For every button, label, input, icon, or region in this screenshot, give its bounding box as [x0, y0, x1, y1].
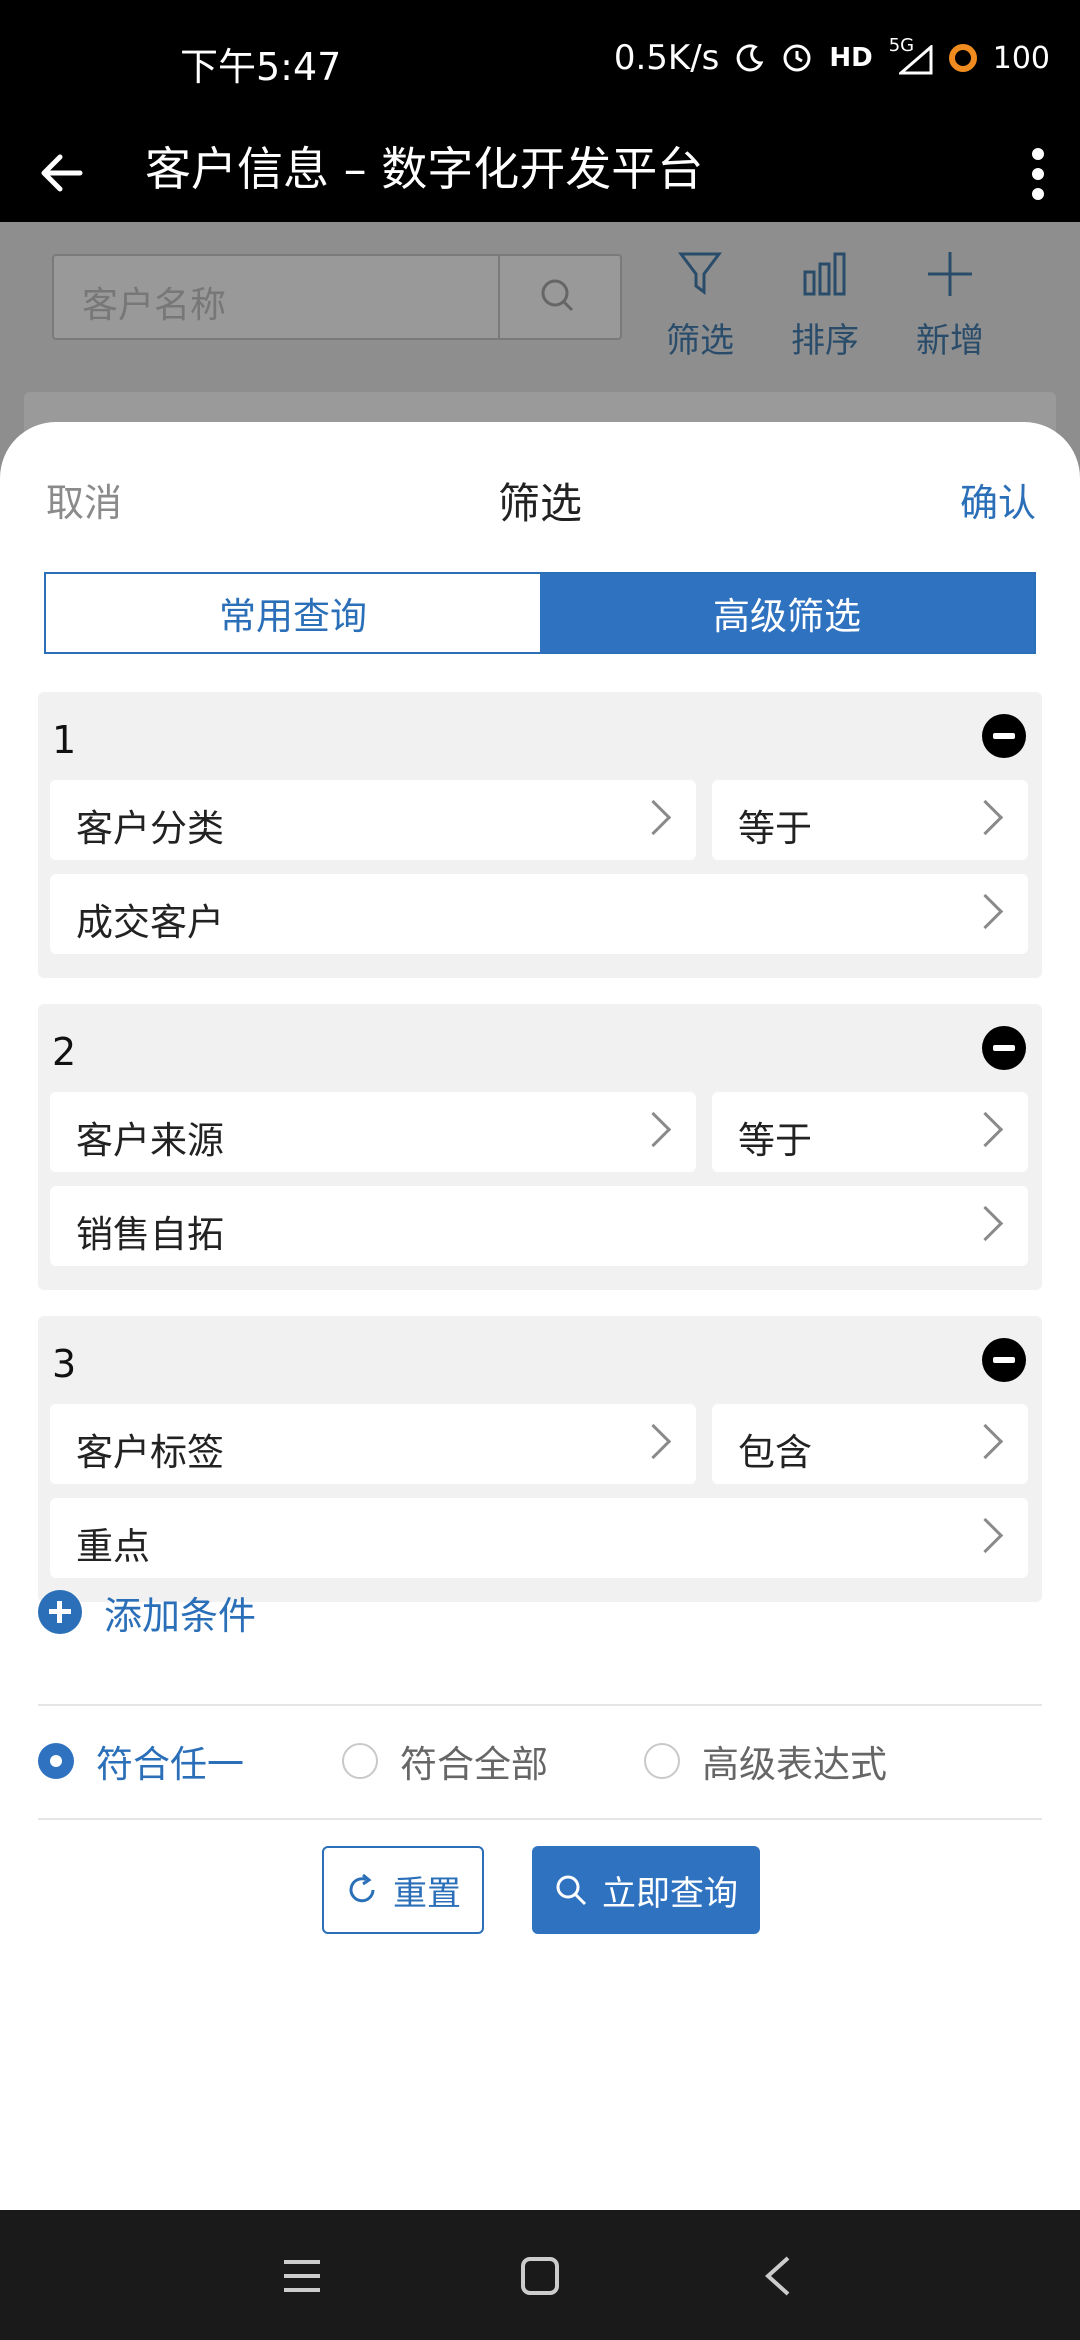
condition-field-select[interactable]: 客户来源: [50, 1092, 696, 1172]
radio-unselected-icon: [644, 1743, 680, 1779]
battery-level: 100: [992, 40, 1050, 76]
search-icon: [556, 1875, 587, 1906]
condition-field-label: 客户分类: [76, 807, 224, 850]
chevron-right-icon: [635, 799, 672, 836]
reset-button[interactable]: 重置: [322, 1846, 484, 1934]
confirm-button[interactable]: 确认: [960, 472, 1036, 527]
filter-mode-tabs: 常用查询 高级筛选: [44, 572, 1036, 654]
radio-match-any[interactable]: 符合任一: [38, 1734, 244, 1788]
tab-advanced-filter[interactable]: 高级筛选: [540, 574, 1034, 652]
chevron-right-icon: [967, 1111, 1004, 1148]
condition-group-3: 3 客户标签 包含 重点: [38, 1316, 1042, 1602]
tab-common-query[interactable]: 常用查询: [46, 574, 540, 652]
condition-operator-label: 包含: [738, 1431, 812, 1474]
refresh-icon: [349, 1873, 375, 1903]
sort-tool: 排序: [775, 250, 875, 362]
status-time: 下午5:47: [180, 45, 342, 89]
system-nav-bar: [0, 2210, 1080, 2340]
moon-icon: [737, 44, 764, 72]
home-square-icon[interactable]: [520, 2256, 560, 2296]
filter-tool: 筛选: [650, 250, 750, 362]
chevron-right-icon: [967, 1205, 1004, 1242]
chevron-right-icon: [967, 799, 1004, 836]
filter-icon: [678, 252, 722, 295]
add-tool-label: 新增: [916, 321, 984, 361]
condition-field-select[interactable]: 客户分类: [50, 780, 696, 860]
condition-value-select[interactable]: 成交客户: [50, 874, 1028, 954]
signal-5g-icon: 5G: [889, 35, 933, 75]
signal-triangle-icon: [898, 45, 933, 75]
remove-condition-icon[interactable]: [982, 1338, 1026, 1382]
condition-value-label: 销售自拓: [76, 1213, 224, 1256]
filter-tool-label: 筛选: [666, 321, 734, 361]
sort-bars-icon: [803, 252, 846, 296]
condition-operator-select[interactable]: 包含: [712, 1404, 1028, 1484]
add-condition-button[interactable]: 添加条件: [38, 1582, 256, 1642]
chevron-right-icon: [635, 1423, 672, 1460]
condition-field-select[interactable]: 客户标签: [50, 1404, 696, 1484]
condition-field-label: 客户标签: [76, 1431, 224, 1474]
condition-value-select[interactable]: 重点: [50, 1498, 1028, 1578]
condition-index: 2: [52, 1030, 77, 1074]
divider: [38, 1818, 1042, 1820]
alarm-icon: [783, 44, 811, 72]
back-nav-icon[interactable]: [762, 2254, 792, 2298]
condition-value-label: 重点: [76, 1525, 150, 1568]
chevron-right-icon: [967, 1517, 1004, 1554]
remove-condition-icon[interactable]: [982, 1026, 1026, 1070]
remove-condition-icon[interactable]: [982, 714, 1026, 758]
condition-index: 3: [52, 1342, 77, 1386]
filter-sheet: 筛选 取消 确认 常用查询 高级筛选 1 客户分类 等于 成交客户 2 客户来源…: [0, 422, 1080, 2210]
app-bar: 客户信息 – 数字化开发平台: [0, 124, 1080, 222]
query-now-button[interactable]: 立即查询: [532, 1846, 760, 1934]
sheet-title: 筛选: [497, 479, 582, 528]
radio-selected-icon: [38, 1743, 74, 1779]
condition-group-1: 1 客户分类 等于 成交客户: [38, 692, 1042, 978]
reset-label: 重置: [393, 1873, 461, 1914]
page-title: 客户信息 – 数字化开发平台: [145, 142, 704, 196]
sort-tool-label: 排序: [791, 321, 859, 361]
radio-advanced-expression[interactable]: 高级表达式: [644, 1734, 887, 1788]
radio-label: 符合全部: [400, 1743, 548, 1786]
condition-value-label: 成交客户: [76, 901, 224, 944]
condition-value-select[interactable]: 销售自拓: [50, 1186, 1028, 1266]
divider: [38, 1704, 1042, 1706]
chevron-right-icon: [967, 1423, 1004, 1460]
condition-field-label: 客户来源: [76, 1119, 224, 1162]
search-placeholder: 客户名称: [82, 285, 227, 326]
chevron-right-icon: [635, 1111, 672, 1148]
search-input: 客户名称: [52, 254, 622, 340]
cancel-button[interactable]: 取消: [46, 472, 122, 527]
hd-icon: HD: [829, 43, 873, 73]
radio-unselected-icon: [342, 1743, 378, 1779]
menu-icon[interactable]: [282, 2258, 322, 2294]
condition-index: 1: [52, 718, 77, 762]
more-vert-icon[interactable]: [1028, 144, 1048, 204]
radio-match-all[interactable]: 符合全部: [342, 1734, 548, 1788]
add-circle-icon: [38, 1590, 82, 1634]
search-icon: [541, 279, 574, 312]
condition-group-2: 2 客户来源 等于 销售自拓: [38, 1004, 1042, 1290]
query-label: 立即查询: [602, 1873, 738, 1914]
status-bar: 下午5:47 0.5K/s HD 5G 100: [0, 0, 1080, 124]
add-tool: 新增: [900, 250, 1000, 362]
plus-icon: [928, 252, 972, 296]
net-speed: 0.5K/s: [613, 38, 720, 78]
battery-ring-icon: [948, 44, 977, 72]
condition-operator-label: 等于: [738, 807, 812, 850]
radio-label: 符合任一: [96, 1743, 244, 1786]
radio-label: 高级表达式: [702, 1743, 887, 1786]
add-condition-label: 添加条件: [104, 1593, 257, 1638]
condition-operator-select[interactable]: 等于: [712, 1092, 1028, 1172]
back-arrow-icon[interactable]: [36, 148, 86, 198]
condition-operator-label: 等于: [738, 1119, 812, 1162]
chevron-right-icon: [967, 893, 1004, 930]
condition-operator-select[interactable]: 等于: [712, 780, 1028, 860]
